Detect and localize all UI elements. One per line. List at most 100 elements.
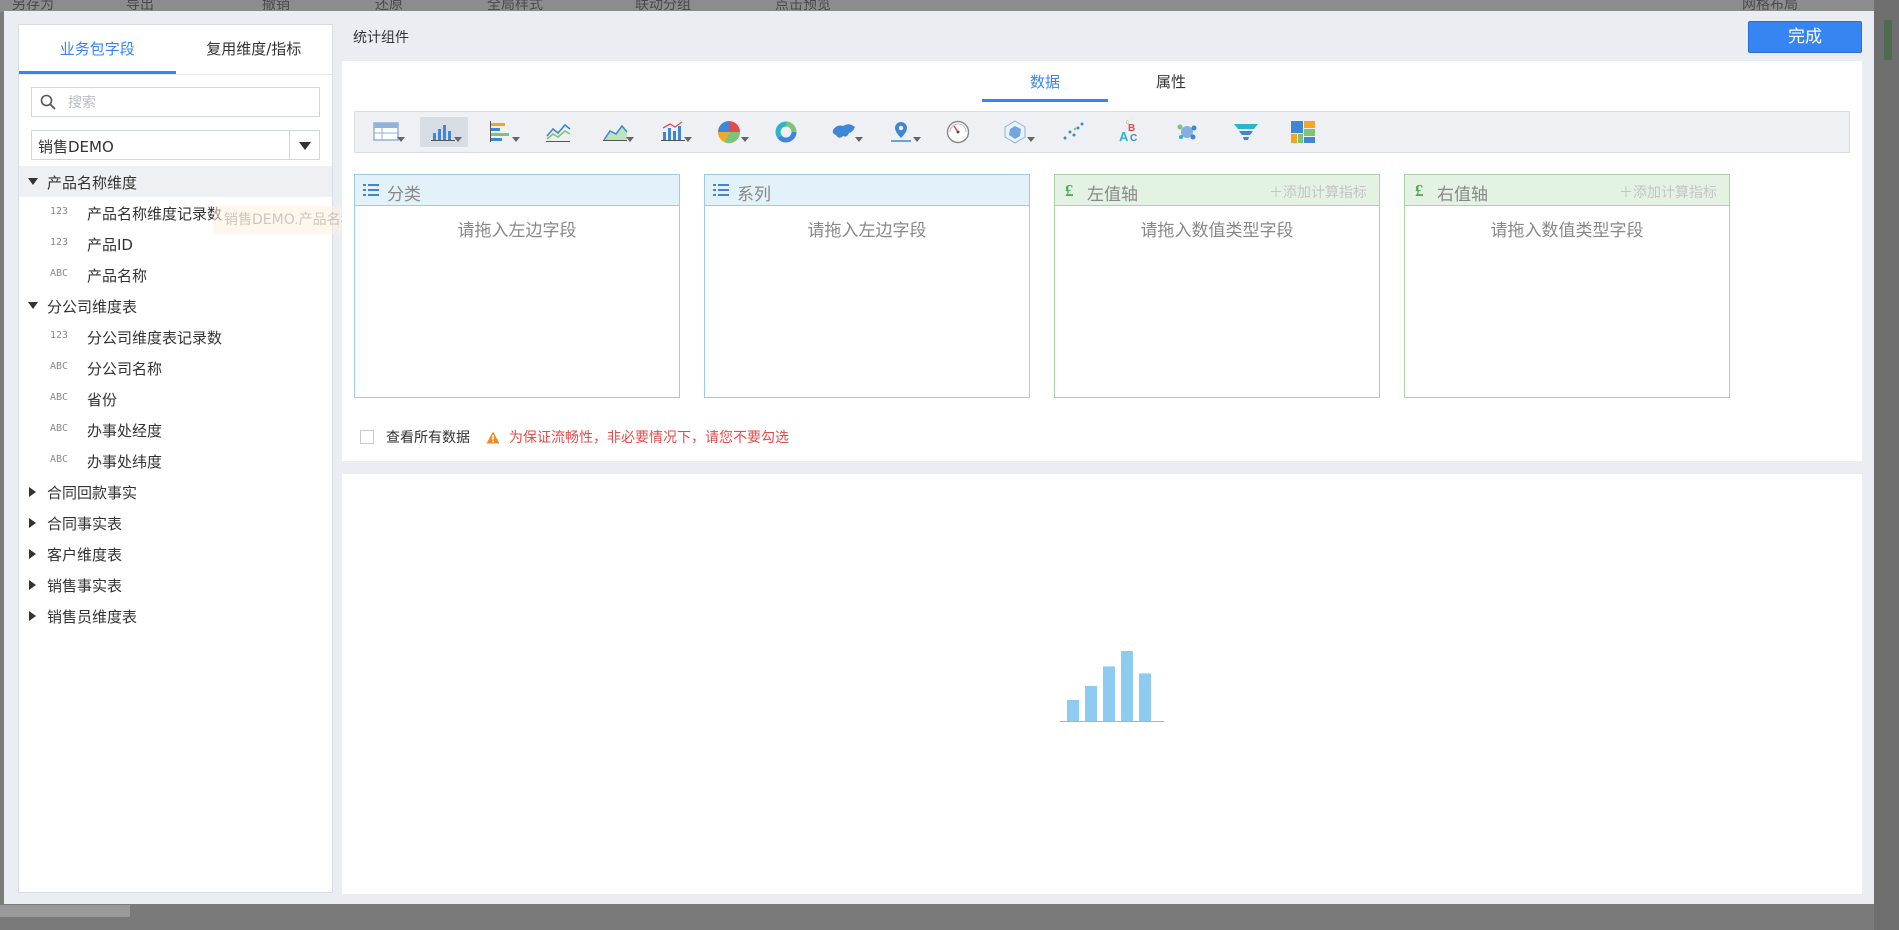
chart-type-button[interactable] xyxy=(363,117,411,147)
dropdown-arrow-icon[interactable] xyxy=(683,137,692,142)
add-calculated-metric-button[interactable]: ＋添加计算指标 xyxy=(1269,182,1367,202)
tree-field[interactable]: ABC 办事处纬度 xyxy=(19,445,332,476)
tree-group[interactable]: 销售员维度表 xyxy=(19,600,332,631)
view-all-data-row: 查看所有数据 为保证流畅性，非必要情况下，请您不要勾选 xyxy=(360,427,789,447)
tree-group[interactable]: 产品名称维度 xyxy=(19,166,332,197)
tree-field-label: 产品ID xyxy=(87,236,133,254)
tab-reusable-dimensions[interactable]: 复用维度/指标 xyxy=(176,25,333,74)
tree-group-label: 合同事实表 xyxy=(47,515,123,533)
treemap-icon xyxy=(1290,121,1315,143)
left-value-axis-region[interactable]: £ 左值轴 ＋添加计算指标 请拖入数值类型字段 xyxy=(1054,174,1380,398)
dropdown-arrow-icon[interactable] xyxy=(1027,137,1036,142)
chart-type-button[interactable] xyxy=(1223,117,1271,147)
region-header: £ 左值轴 ＋添加计算指标 xyxy=(1055,175,1379,206)
region-header: 分类 xyxy=(355,175,679,206)
tree-field[interactable]: ABC 产品名称 xyxy=(19,259,332,290)
plus-icon: ＋ xyxy=(1619,185,1633,201)
caret-right-icon[interactable] xyxy=(29,549,36,559)
chart-type-button[interactable] xyxy=(936,117,984,147)
gauge-icon xyxy=(946,120,970,144)
tree-field-label: 办事处纬度 xyxy=(87,453,163,471)
chart-type-button[interactable] xyxy=(650,117,698,147)
preview-bar xyxy=(1139,673,1151,721)
chart-editor-modal: 业务包字段 复用维度/指标 销售DEMO 产品名称维度 123 产品名称维度记录数 1… xyxy=(4,11,1874,904)
warning-icon xyxy=(486,431,500,443)
tree-field-label: 产品名称 xyxy=(87,267,148,285)
tree-group-label: 产品名称维度 xyxy=(47,174,138,192)
tree-group[interactable]: 合同回款事实 xyxy=(19,476,332,507)
chart-type-button[interactable] xyxy=(478,117,526,147)
done-button[interactable]: 完成 xyxy=(1748,21,1862,53)
tab-business-package-fields[interactable]: 业务包字段 xyxy=(19,25,176,74)
tree-field-label: 办事处经度 xyxy=(87,422,163,440)
category-region[interactable]: 分类 请拖入左边字段 xyxy=(354,174,680,398)
tree-field[interactable]: ABC 省份 xyxy=(19,383,332,414)
chart-type-button[interactable] xyxy=(764,117,812,147)
dropdown-arrow-icon[interactable] xyxy=(740,137,749,142)
chart-type-button[interactable] xyxy=(993,117,1041,147)
chart-type-button[interactable] xyxy=(1051,117,1099,147)
caret-right-icon[interactable] xyxy=(29,487,36,497)
funnel-icon xyxy=(1233,124,1258,140)
tree-field-label: 分公司维度表记录数 xyxy=(87,329,223,347)
dropdown-arrow-icon[interactable] xyxy=(454,137,463,142)
combo-chart-icon xyxy=(660,121,685,141)
performance-warning-text: 为保证流畅性，非必要情况下，请您不要勾选 xyxy=(509,430,789,446)
pie-chart-icon xyxy=(717,121,740,144)
dropdown-arrow-icon[interactable] xyxy=(912,137,921,142)
chart-type-button[interactable] xyxy=(592,117,640,147)
tree-group-label: 分公司维度表 xyxy=(47,298,138,316)
add-calculated-metric-label: 添加计算指标 xyxy=(1283,185,1367,201)
chart-type-button[interactable] xyxy=(1165,117,1213,147)
tree-field[interactable]: ABC 办事处经度 xyxy=(19,414,332,445)
chart-type-button[interactable] xyxy=(707,117,755,147)
dropdown-arrow-icon[interactable] xyxy=(855,137,864,142)
tree-group[interactable]: 合同事实表 xyxy=(19,507,332,538)
line-chart-icon xyxy=(545,123,571,142)
view-all-data-checkbox[interactable] xyxy=(360,430,374,444)
dropdown-arrow-icon[interactable] xyxy=(626,137,635,142)
tab-properties[interactable]: 属性 xyxy=(1108,61,1234,111)
series-region[interactable]: 系列请拖入左边字段 xyxy=(704,174,1030,398)
region-header: £ 右值轴 ＋添加计算指标 xyxy=(1405,175,1729,206)
caret-right-icon[interactable] xyxy=(29,518,36,528)
background-bottom xyxy=(0,905,1899,930)
tree-group[interactable]: 销售事实表 xyxy=(19,569,332,600)
caret-right-icon[interactable] xyxy=(29,611,36,621)
chart-type-button[interactable] xyxy=(879,117,927,147)
tree-group[interactable]: 分公司维度表 xyxy=(19,290,332,321)
region-header: 系列 xyxy=(705,175,1029,206)
text-type-icon: ABC xyxy=(50,361,69,372)
dropdown-arrow-icon[interactable] xyxy=(397,137,405,142)
chart-type-button[interactable] xyxy=(1280,117,1328,147)
scatter-icon xyxy=(1063,122,1084,140)
search-box[interactable] xyxy=(31,87,320,117)
caret-down-icon[interactable] xyxy=(28,178,38,185)
chart-type-button[interactable]: ABcC xyxy=(1108,117,1156,147)
chart-type-button[interactable] xyxy=(535,117,583,147)
right-value-axis-region[interactable]: £ 右值轴 ＋添加计算指标 请拖入数值类型字段 xyxy=(1404,174,1730,398)
field-panel-tabs: 业务包字段 复用维度/指标 xyxy=(19,25,332,75)
bar-chart-icon xyxy=(431,125,456,141)
table-icon xyxy=(373,122,399,141)
region-title: 系列 xyxy=(737,185,771,205)
number-type-icon: 123 xyxy=(50,206,69,217)
add-calculated-metric-button[interactable]: ＋添加计算指标 xyxy=(1619,182,1717,202)
chart-type-button[interactable] xyxy=(821,117,869,147)
package-select[interactable]: 销售DEMO xyxy=(31,130,320,160)
tree-field[interactable]: 123 分公司维度表记录数 xyxy=(19,321,332,352)
chevron-down-icon[interactable] xyxy=(289,131,319,159)
tree-field[interactable]: ABC 分公司名称 xyxy=(19,352,332,383)
chart-type-button[interactable] xyxy=(420,117,469,147)
caret-down-icon[interactable] xyxy=(28,302,38,309)
caret-right-icon[interactable] xyxy=(29,580,36,590)
force-bubble-icon xyxy=(1177,124,1197,140)
map-icon xyxy=(833,124,856,138)
region-drop-hint: 请拖入左边字段 xyxy=(807,221,927,241)
widget-title: 统计组件 xyxy=(353,30,409,46)
tree-group[interactable]: 客户维度表 xyxy=(19,538,332,569)
preview-bar xyxy=(1103,666,1115,721)
tab-data[interactable]: 数据 xyxy=(982,61,1108,102)
search-input[interactable] xyxy=(68,88,298,116)
dropdown-arrow-icon[interactable] xyxy=(511,137,520,142)
